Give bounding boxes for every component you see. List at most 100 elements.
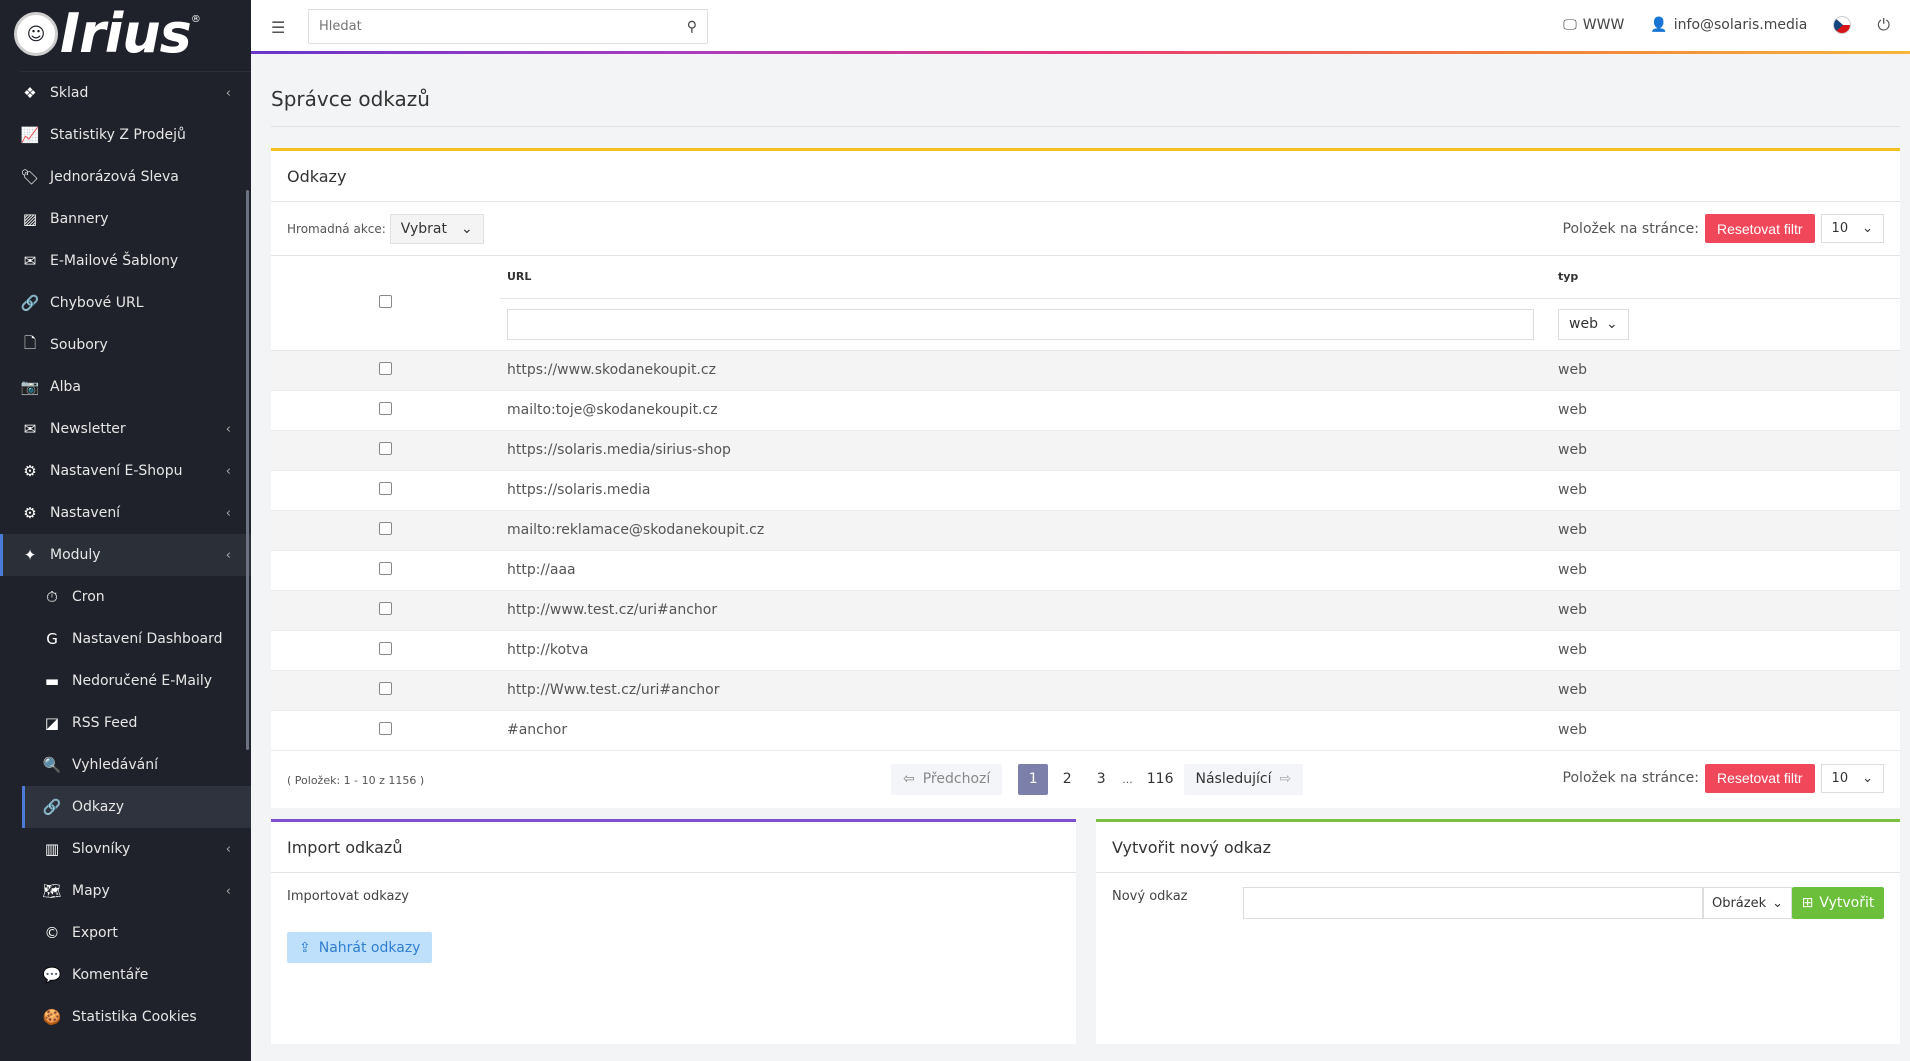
sidebar-item-5[interactable]: 🔗 Chybové URL [0, 282, 251, 324]
table-row[interactable]: https://solaris.media web [271, 470, 1900, 511]
row-checkbox[interactable] [379, 481, 392, 495]
camera-icon: 📷 [20, 378, 40, 396]
hamburger-menu-icon[interactable]: ☰ [271, 18, 285, 37]
sidebar-item-label: Sklad [50, 85, 89, 101]
url-cell[interactable]: mailto:toje@skodanekoupit.cz [500, 390, 1558, 431]
next-page-button[interactable]: Následující ⇨ [1183, 763, 1304, 795]
sidebar-item-4[interactable]: ✉ E-Mailové Šablony [0, 240, 251, 282]
row-checkbox[interactable] [379, 401, 392, 415]
sidebar-item-6[interactable]: 🗋 Soubory [0, 324, 251, 366]
url-cell[interactable]: https://solaris.media [500, 470, 1558, 511]
url-column-header[interactable]: URL [500, 256, 1558, 299]
sidebar-subitem-3[interactable]: ◪ RSS Feed [0, 702, 251, 744]
sidebar-subitem-label: Nedoručené E-Maily [72, 673, 213, 689]
czech-flag-icon[interactable] [1833, 16, 1852, 34]
row-checkbox[interactable] [379, 681, 392, 695]
sidebar-subitem-1[interactable]: G Nastavení Dashboard [0, 618, 251, 660]
url-cell[interactable]: https://www.skodanekoupit.cz [500, 350, 1558, 391]
www-link[interactable]: 🖵 WWW [1563, 17, 1624, 33]
row-checkbox[interactable] [379, 561, 392, 575]
chevron-down-icon: ⌄ [461, 220, 473, 237]
sidebar-subitem-label: Export [72, 925, 118, 941]
logo[interactable]: ☺ Irius ® [0, 0, 251, 68]
sidebar-item-1[interactable]: 📈 Statistiky Z Prodejů [0, 114, 251, 156]
last-page-button[interactable]: 116 [1139, 764, 1182, 795]
sidebar-item-2[interactable]: 🏷 Jednorázová Sleva [0, 156, 251, 198]
power-icon[interactable]: ⏻ [1877, 15, 1890, 35]
page-1-button[interactable]: 1 [1018, 763, 1049, 795]
url-filter-input[interactable] [507, 308, 1534, 340]
url-cell[interactable]: http://aaa [500, 550, 1558, 591]
sidebar-subitem-4[interactable]: 🔍 Vyhledávání [0, 744, 251, 786]
per-page-select[interactable]: 10 ⌄ [1820, 763, 1884, 793]
url-cell[interactable]: http://Www.test.cz/uri#anchor [500, 670, 1558, 711]
table-row[interactable]: http://Www.test.cz/uri#anchor web [271, 670, 1900, 711]
pagination: ⇦ Předchozí 1 2 3 ... 116 Následující ⇨ [891, 763, 1304, 795]
page-3-button[interactable]: 3 [1086, 764, 1116, 795]
new-link-input[interactable] [1243, 887, 1703, 919]
sidebar-subitem-7[interactable]: 🗺 Mapy ‹ [0, 870, 251, 912]
sidebar-item-7[interactable]: 📷 Alba [0, 366, 251, 408]
per-page-select[interactable]: 10 ⌄ [1820, 214, 1884, 243]
url-cell[interactable]: #anchor [500, 710, 1558, 751]
sidebar-item-8[interactable]: ✉ Newsletter ‹ [0, 408, 251, 450]
search-input[interactable] [319, 19, 687, 34]
reset-filter-button[interactable]: Resetovat filtr [1704, 214, 1815, 243]
copyright-icon: © [44, 924, 60, 942]
select-all-checkbox[interactable] [379, 294, 392, 308]
sidebar-item-9[interactable]: ⚙ Nastavení E-Shopu ‹ [0, 450, 251, 492]
create-link-button[interactable]: ⊞ Vytvořit [1792, 887, 1884, 919]
row-checkbox[interactable] [379, 521, 392, 535]
row-checkbox[interactable] [379, 601, 392, 615]
typ-filter-select[interactable]: web ⌄ [1558, 308, 1629, 340]
table-row[interactable]: http://www.test.cz/uri#anchor web [271, 590, 1900, 631]
link-type-select[interactable]: Obrázek ⌄ [1703, 887, 1792, 919]
topbar: ☰ ⚲ 🖵 WWW 👤 info@solaris.media ⏻ [251, 0, 1910, 52]
sidebar-subitem-8[interactable]: © Export [0, 912, 251, 954]
row-select-cell [271, 670, 500, 711]
chevron-down-icon: ⌄ [1605, 316, 1618, 332]
table-row[interactable]: #anchor web [271, 710, 1900, 751]
table-row[interactable]: mailto:toje@skodanekoupit.cz web [271, 390, 1900, 431]
chevron-left-icon: ‹ [225, 421, 231, 437]
prev-page-button[interactable]: ⇦ Předchozí [891, 763, 1003, 795]
table-row[interactable]: https://www.skodanekoupit.cz web [271, 350, 1900, 391]
sidebar-scrollbar[interactable] [246, 190, 249, 750]
row-checkbox[interactable] [379, 641, 392, 655]
create-card-body: Nový odkaz Obrázek ⌄ ⊞ Vytvořit [1096, 873, 1900, 938]
sidebar-subitem-9[interactable]: 💬 Komentáře [0, 954, 251, 996]
sidebar-subitem-0[interactable]: ⏱ Cron [0, 576, 251, 618]
sidebar-subitem-5[interactable]: 🔗 Odkazy [22, 786, 251, 828]
user-menu[interactable]: 👤 info@solaris.media [1650, 17, 1807, 33]
per-page-tools-bottom: Položek na stránce: Resetovat filtr 10 ⌄ [1563, 763, 1884, 793]
sidebar-item-0[interactable]: ❖ Sklad ‹ [0, 72, 251, 114]
sidebar-subitem-10[interactable]: 🍪 Statistika Cookies [0, 996, 251, 1038]
table-row[interactable]: http://aaa web [271, 550, 1900, 591]
url-cell[interactable]: mailto:reklamace@skodanekoupit.cz [500, 510, 1558, 551]
row-checkbox[interactable] [379, 441, 392, 455]
table-row[interactable]: https://solaris.media/sirius-shop web [271, 430, 1900, 471]
rss-icon: ◪ [44, 714, 60, 732]
upload-links-button[interactable]: ⇪ Nahrát odkazy [287, 932, 433, 963]
row-checkbox[interactable] [379, 721, 392, 735]
typ-column-header[interactable]: typ [1558, 256, 1900, 299]
bulk-action-select[interactable]: Vybrat ⌄ [389, 213, 484, 244]
www-label: WWW [1582, 17, 1625, 33]
sidebar-item-10[interactable]: ⚙ Nastavení ‹ [0, 492, 251, 534]
sidebar-item-3[interactable]: ▨ Bannery [0, 198, 251, 240]
sidebar-subitem-2[interactable]: ▬ Nedoručené E-Maily [0, 660, 251, 702]
sidebar-subitem-6[interactable]: ▥ Slovníky ‹ [0, 828, 251, 870]
url-cell[interactable]: https://solaris.media/sirius-shop [500, 430, 1558, 471]
row-select-cell [271, 350, 500, 391]
reset-filter-button[interactable]: Resetovat filtr [1704, 763, 1815, 793]
sidebar-item-11[interactable]: ✦ Moduly ‹ [0, 534, 251, 576]
page-2-button[interactable]: 2 [1052, 764, 1082, 795]
search-icon[interactable]: ⚲ [687, 19, 697, 35]
row-checkbox[interactable] [379, 361, 392, 375]
table-row[interactable]: mailto:reklamace@skodanekoupit.cz web [271, 510, 1900, 551]
url-cell[interactable]: http://kotva [500, 630, 1558, 671]
table-row[interactable]: http://kotva web [271, 630, 1900, 671]
url-cell[interactable]: http://www.test.cz/uri#anchor [500, 590, 1558, 631]
sidebar-subitem-label: Slovníky [72, 841, 131, 857]
sidebar-subitem-label: RSS Feed [72, 715, 138, 731]
